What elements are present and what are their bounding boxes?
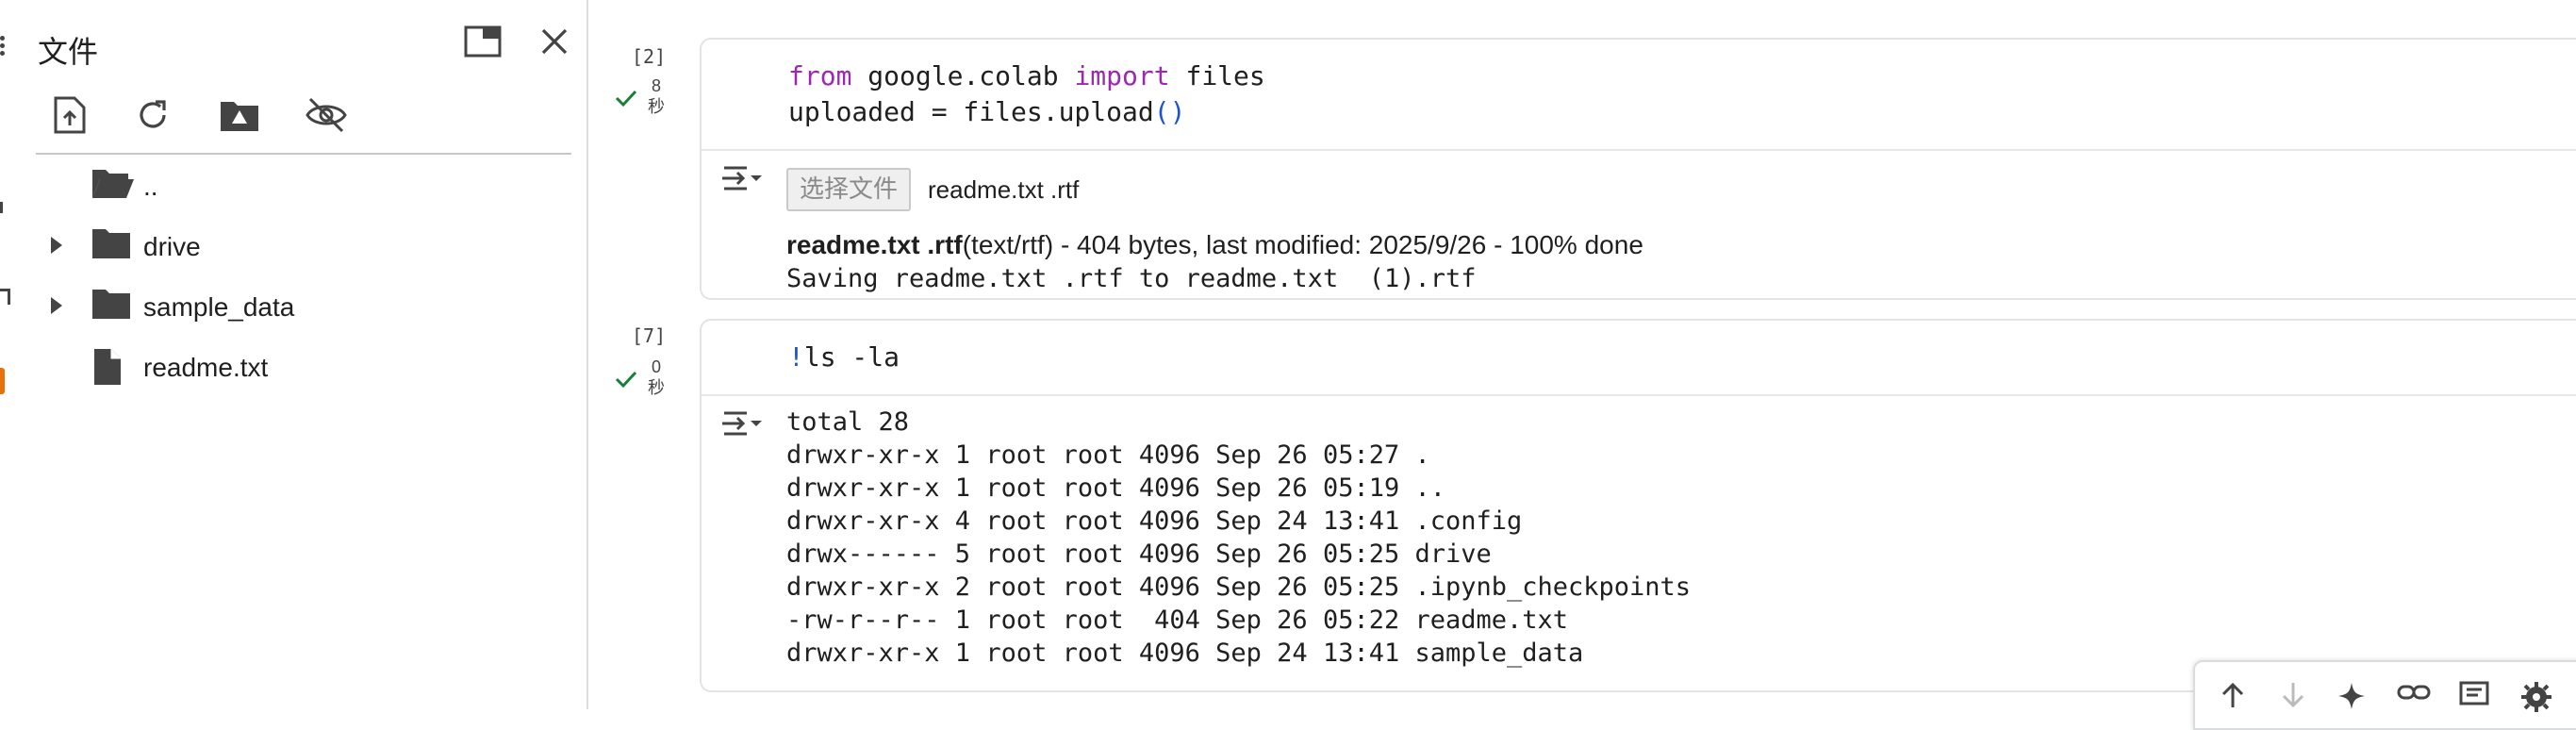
execution-time-value: 0 xyxy=(651,357,661,376)
code-shell-bang: ! xyxy=(788,341,804,373)
choose-files-button[interactable]: 选择文件 xyxy=(786,168,912,211)
output-line: total 28 xyxy=(786,407,910,437)
close-icon[interactable] xyxy=(534,21,575,62)
upload-file-info: (text/rtf) - 404 bytes, last modified: 2… xyxy=(962,230,1643,259)
files-panel: 文件 .. drive sample_data readme.txt xyxy=(17,0,586,709)
panel-divider xyxy=(36,153,571,155)
code-text: files xyxy=(1169,60,1265,91)
output-line: drwxr-xr-x 2 root root 4096 Sep 26 05:25… xyxy=(786,572,1692,602)
code-line: uploaded = files.upload() xyxy=(788,96,1185,127)
code-paren: () xyxy=(1153,96,1186,127)
execution-time-value: 8 xyxy=(651,76,661,95)
output-line: drwxr-xr-x 1 root root 4096 Sep 26 05:27… xyxy=(786,440,1430,470)
menu-dots-icon[interactable] xyxy=(0,36,6,58)
tree-item-label: sample_data xyxy=(143,292,295,322)
code-line: !ls -la xyxy=(788,341,900,373)
window-icon[interactable] xyxy=(462,21,504,62)
execution-time-unit: 秒 xyxy=(648,97,665,116)
code-text: uploaded = files.upload xyxy=(788,96,1154,127)
upload-status: readme.txt .rtf(text/rtf) - 404 bytes, l… xyxy=(786,230,1643,260)
code-cell[interactable]: !ls -la total 28 drwxr-xr-x 1 root root … xyxy=(700,319,2576,692)
rail-icon[interactable] xyxy=(0,289,10,305)
execution-count: [7] xyxy=(632,324,667,347)
cell-output: total 28 drwxr-xr-x 1 root root 4096 Sep… xyxy=(702,396,2576,690)
success-check-icon xyxy=(615,90,637,108)
execution-time: 8 秒 xyxy=(641,75,671,117)
upload-file-name: readme.txt .rtf xyxy=(786,230,963,259)
tree-item-label: readme.txt xyxy=(143,353,269,382)
execution-count: [2] xyxy=(632,45,667,68)
execution-time-unit: 秒 xyxy=(648,378,665,397)
code-keyword: import xyxy=(1074,60,1170,91)
cell-output: 选择文件 readme.txt .rtf readme.txt .rtf(tex… xyxy=(702,151,2576,298)
upload-icon[interactable] xyxy=(45,91,94,140)
file-icon xyxy=(91,347,124,391)
expand-caret-icon[interactable] xyxy=(51,297,62,314)
code-cell[interactable]: from google.colab import files uploaded … xyxy=(700,38,2576,300)
output-actions-icon[interactable] xyxy=(718,160,766,198)
output-line: Saving readme.txt .rtf to readme.txt (1)… xyxy=(786,264,1477,293)
code-editor[interactable]: from google.colab import files uploaded … xyxy=(702,40,2576,149)
cell-toolbar xyxy=(2193,660,2576,730)
output-actions-icon[interactable] xyxy=(718,406,766,443)
settings-icon[interactable] xyxy=(2518,681,2555,719)
folder-open-icon xyxy=(91,166,134,207)
tree-item-parent[interactable]: .. xyxy=(36,158,583,211)
tree-item-label: .. xyxy=(143,172,158,201)
output-line: drwx------ 5 root root 4096 Sep 26 05:25… xyxy=(786,539,1492,569)
folder-icon xyxy=(91,287,132,325)
comment-icon[interactable] xyxy=(2455,681,2493,719)
code-text: ls -la xyxy=(803,341,900,373)
refresh-icon[interactable] xyxy=(128,91,177,140)
move-down-icon[interactable] xyxy=(2274,681,2312,719)
rail-icon[interactable] xyxy=(0,202,8,213)
move-up-icon[interactable] xyxy=(2214,681,2252,719)
panel-title: 文件 xyxy=(38,35,99,69)
tree-item-readme[interactable]: readme.txt xyxy=(36,340,583,392)
hide-files-icon[interactable] xyxy=(302,91,351,140)
code-keyword: from xyxy=(788,60,852,91)
tree-item-label: drive xyxy=(143,232,201,261)
sparkle-icon[interactable] xyxy=(2333,681,2370,719)
output-line: drwxr-xr-x 1 root root 4096 Sep 26 05:19… xyxy=(786,473,1445,503)
folder-icon xyxy=(91,226,132,265)
output-line: -rw-r--r-- 1 root root 404 Sep 26 05:22 … xyxy=(786,606,1569,635)
selected-file-names: readme.txt .rtf xyxy=(928,175,1080,204)
execution-time: 0 秒 xyxy=(641,357,671,398)
output-line: drwxr-xr-x 4 root root 4096 Sep 24 13:41… xyxy=(786,506,1523,536)
panel-separator[interactable] xyxy=(586,0,588,709)
output-line: drwxr-xr-x 1 root root 4096 Sep 24 13:41… xyxy=(786,639,1584,668)
success-check-icon xyxy=(615,371,637,389)
rail-active-indicator xyxy=(0,368,5,394)
expand-caret-icon[interactable] xyxy=(51,237,62,254)
left-rail xyxy=(0,0,17,709)
tree-item-drive[interactable]: drive xyxy=(36,219,583,272)
code-line: from google.colab import files xyxy=(788,60,1265,91)
mount-drive-icon[interactable] xyxy=(215,91,264,140)
tree-item-sample-data[interactable]: sample_data xyxy=(36,279,583,332)
code-text: google.colab xyxy=(851,60,1075,91)
code-editor[interactable]: !ls -la xyxy=(702,321,2576,394)
link-icon[interactable] xyxy=(2395,681,2433,719)
